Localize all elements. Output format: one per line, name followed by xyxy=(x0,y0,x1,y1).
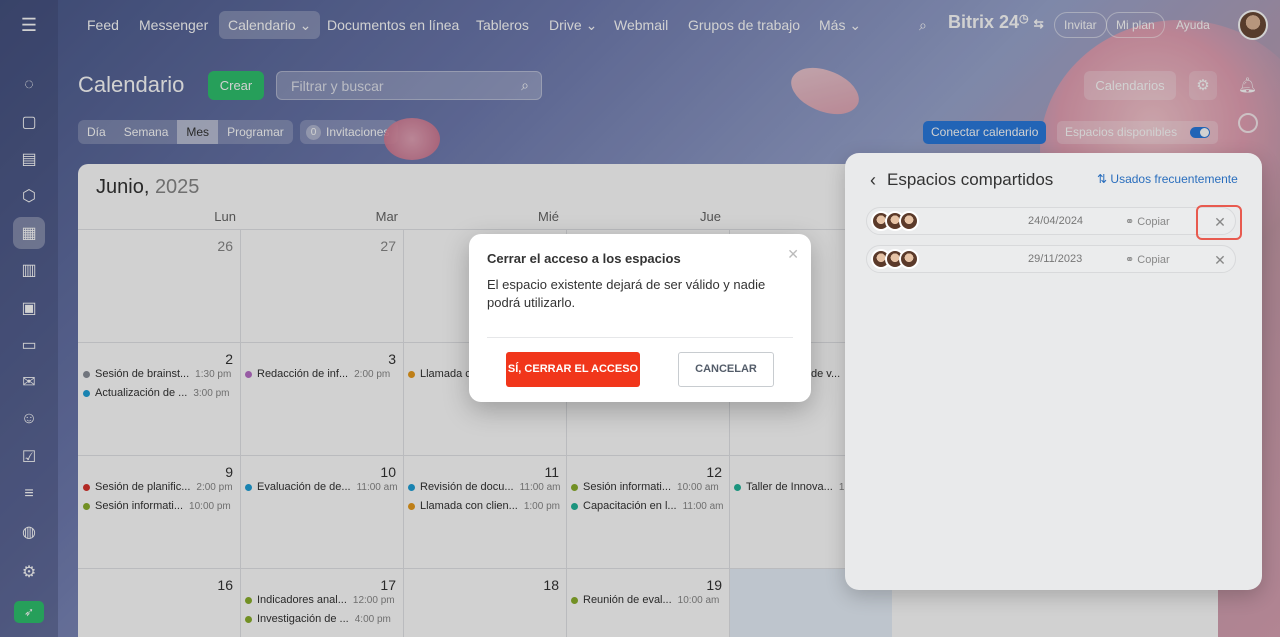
shared-slot-row[interactable]: 29/11/2023 ⚭ Copiar ✕ xyxy=(866,245,1236,273)
sort-icon: ⇅ xyxy=(1097,172,1108,186)
link-icon: ⚭ xyxy=(1125,216,1135,228)
divider xyxy=(487,337,793,338)
highlight-frame xyxy=(1196,205,1242,240)
slot-date: 29/11/2023 xyxy=(1028,253,1083,265)
slot-date: 24/04/2024 xyxy=(1028,215,1084,227)
panel-title: Espacios compartidos xyxy=(887,170,1054,189)
link-icon: ⚭ xyxy=(1125,254,1135,266)
dialog-title: Cerrar el acceso a los espacios xyxy=(487,251,681,266)
shared-slot-row[interactable]: 24/04/2024 ⚭ Copiar ✕ xyxy=(866,207,1236,235)
copy-link-button[interactable]: ⚭ Copiar xyxy=(1125,253,1170,266)
back-arrow-icon[interactable]: ‹ xyxy=(870,170,876,191)
close-access-dialog: Cerrar el acceso a los espacios ✕ El esp… xyxy=(469,234,811,402)
dialog-message: El espacio existente dejará de ser válid… xyxy=(487,277,766,310)
cancel-button[interactable]: CANCELAR xyxy=(678,352,774,387)
copy-link-button[interactable]: ⚭ Copiar xyxy=(1125,215,1170,228)
participants-avatars xyxy=(871,249,919,269)
close-icon[interactable]: ✕ xyxy=(787,246,799,263)
avatar xyxy=(899,211,919,231)
participants-avatars xyxy=(871,211,919,231)
confirm-close-access-button[interactable]: SÍ, CERRAR EL ACCESO xyxy=(506,352,640,387)
frequently-used-sort[interactable]: ⇅ Usados frecuentemente xyxy=(1097,172,1238,186)
close-icon[interactable]: ✕ xyxy=(1210,250,1230,270)
avatar xyxy=(899,249,919,269)
shared-slots-panel: ‹ Espacios compartidos ⇅ Usados frecuent… xyxy=(845,153,1262,590)
